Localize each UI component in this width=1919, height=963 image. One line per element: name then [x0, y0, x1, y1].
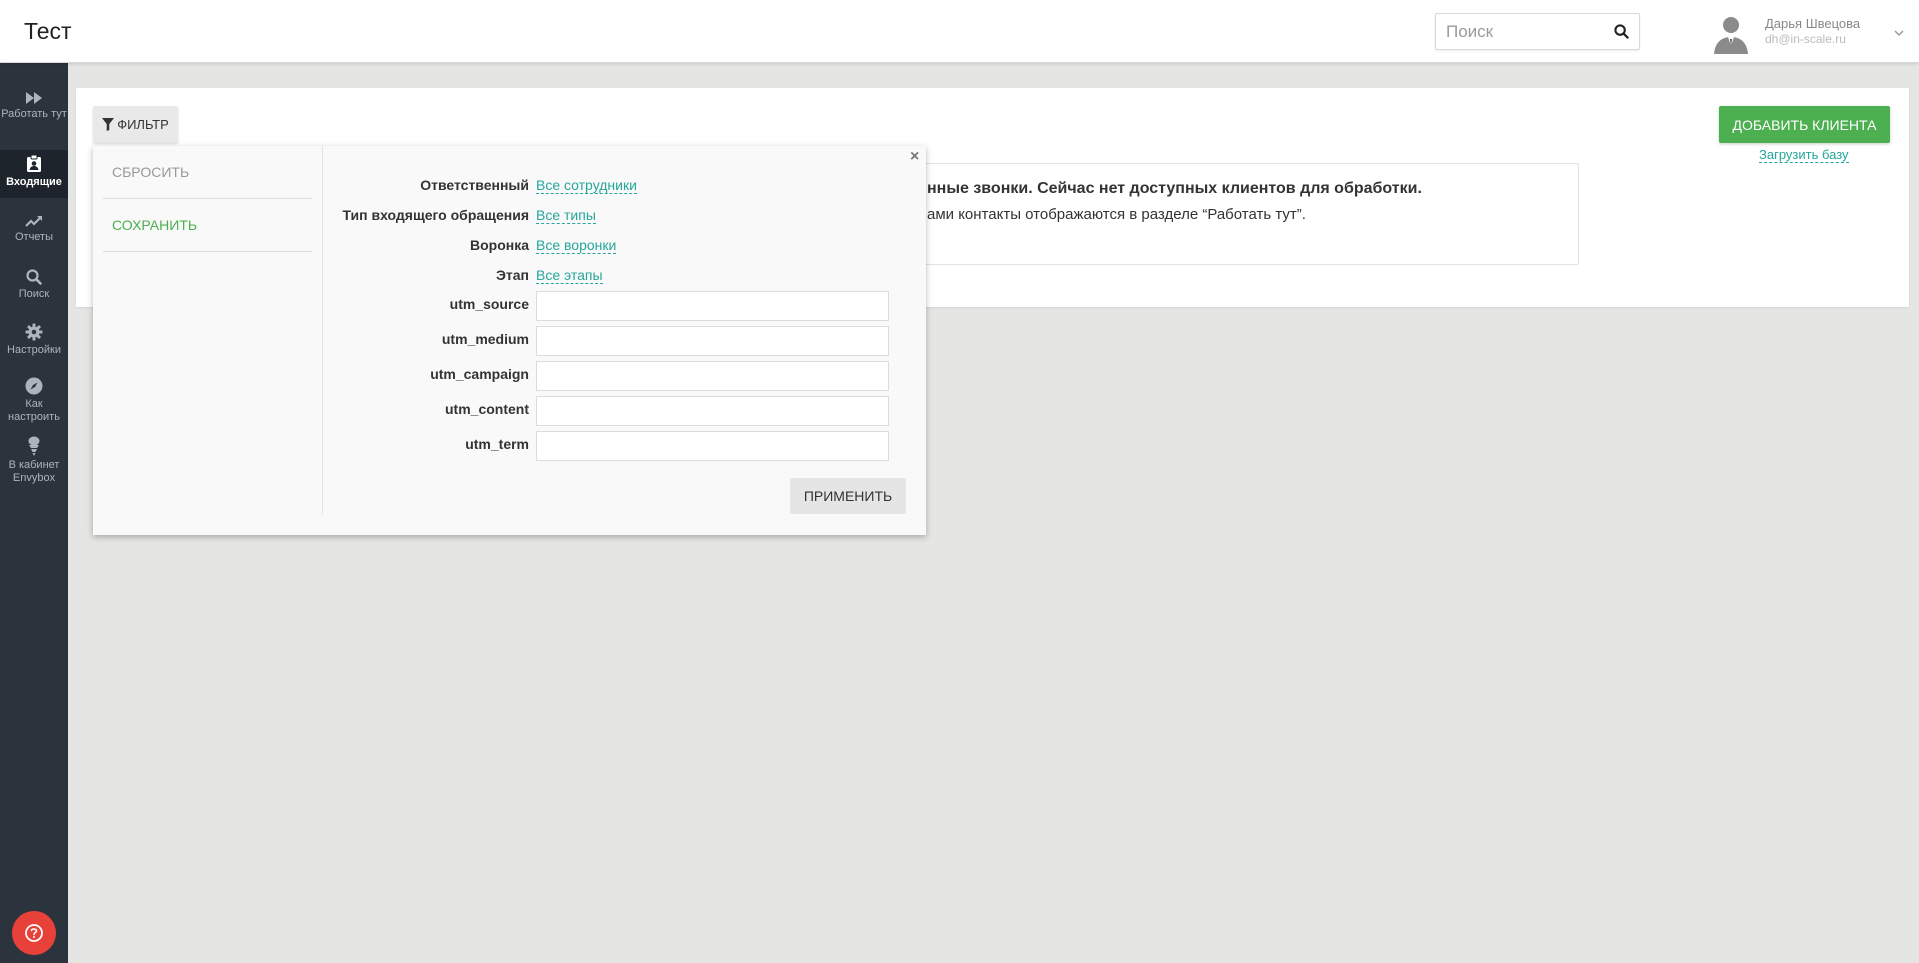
compass-icon [25, 377, 43, 395]
stage-select[interactable]: Все этапы [536, 267, 603, 284]
utm-term-field[interactable] [536, 431, 889, 461]
gear-icon [25, 323, 43, 341]
sidebar-item-label: Как настроить [8, 398, 60, 423]
close-icon[interactable]: × [910, 148, 919, 166]
question-icon [25, 924, 43, 942]
filter-row-utm-content: utm_content [323, 396, 923, 426]
sidebar-item-inbox[interactable]: Входящие [0, 150, 68, 198]
envybox-icon [28, 436, 40, 456]
sidebar-item-label: Поиск [18, 288, 50, 300]
sidebar-item-label: Входящие [6, 176, 62, 188]
reset-button[interactable]: СБРОСИТЬ [103, 146, 312, 199]
sidebar-item-label: Настройки [7, 344, 61, 356]
filter-label: Этап [495, 267, 529, 283]
empty-state-title: нные звонки. Сейчас нет доступных клиент… [927, 180, 1422, 197]
filter-label: utm_campaign [430, 366, 529, 382]
sidebar-item-label: Отчеты [14, 231, 54, 243]
filter-label: Тип входящего обращения [342, 207, 530, 223]
sidebar-item-work-here[interactable]: Работать тут [0, 91, 68, 121]
filter-row-stage: Этап Все этапы [323, 264, 923, 288]
filter-button[interactable]: ФИЛЬТР [93, 106, 178, 143]
sidebar-item-settings[interactable]: Настройки [0, 323, 68, 357]
filter-label: utm_source [449, 296, 529, 312]
filter-label: Ответственный [420, 177, 529, 193]
filter-row-utm-term: utm_term [323, 431, 923, 461]
load-base-link[interactable]: Загрузить базу [1759, 147, 1849, 163]
trending-up-icon [25, 216, 42, 227]
user-email: dh@in-scale.ru [1765, 32, 1846, 46]
page-title: Тест [24, 18, 72, 44]
inbox-badge-icon [27, 155, 41, 172]
type-select[interactable]: Все типы [536, 207, 596, 224]
filter-row-funnel: Воронка Все воронки [323, 234, 923, 258]
filter-popup: СБРОСИТЬ СОХРАНИТЬ × Ответственный Все с… [93, 146, 926, 535]
user-name: Дарья Швецова [1765, 16, 1861, 31]
filter-row-utm-source: utm_source [323, 291, 923, 321]
funnel-select[interactable]: Все воронки [536, 237, 617, 254]
chevron-down-icon[interactable] [1894, 24, 1904, 42]
filter-label: utm_term [465, 436, 529, 452]
utm-content-field[interactable] [536, 396, 889, 426]
avatar [1714, 17, 1748, 54]
help-button[interactable] [12, 911, 56, 955]
filter-label: Воронка [469, 237, 529, 253]
filter-button-label: ФИЛЬТР [117, 117, 169, 132]
empty-state-text: ами контакты отображаются в разделе “Раб… [927, 206, 1306, 223]
funnel-icon [102, 118, 115, 131]
search-icon[interactable] [1614, 24, 1629, 44]
sidebar-item-label: Работать тут [1, 108, 67, 120]
search-icon [26, 269, 42, 285]
filter-row-responsible: Ответственный Все сотрудники [323, 174, 923, 198]
utm-source-field[interactable] [536, 291, 889, 321]
filter-label: utm_content [445, 401, 529, 417]
utm-campaign-field[interactable] [536, 361, 889, 391]
empty-state-box: нные звонки. Сейчас нет доступных клиент… [858, 163, 1579, 265]
filter-row-type: Тип входящего обращения Все типы [323, 204, 923, 228]
save-button[interactable]: СОХРАНИТЬ [103, 199, 312, 252]
responsible-select[interactable]: Все сотрудники [536, 177, 637, 194]
sidebar-item-label: В кабинет Envybox [8, 459, 60, 484]
search-input[interactable] [1436, 14, 1606, 49]
sidebar-item-reports[interactable]: Отчеты [0, 214, 68, 244]
sidebar-item-envybox[interactable]: В кабинет Envybox [0, 436, 68, 485]
filter-row-utm-campaign: utm_campaign [323, 361, 923, 391]
add-client-button[interactable]: ДОБАВИТЬ КЛИЕНТА [1719, 106, 1890, 143]
sidebar-item-how-to[interactable]: Как настроить [0, 377, 68, 424]
filter-actions: СБРОСИТЬ СОХРАНИТЬ [93, 146, 323, 514]
sidebar-item-search[interactable]: Поиск [0, 269, 68, 301]
top-bar: Тест Дарья Швецова dh@in-scale.ru [0, 0, 1919, 63]
user-menu[interactable]: Дарья Швецова dh@in-scale.ru [1710, 10, 1910, 54]
search-box [1435, 13, 1640, 50]
filter-row-utm-medium: utm_medium [323, 326, 923, 356]
filter-label: utm_medium [441, 331, 529, 347]
fast-forward-icon [26, 92, 42, 104]
sidebar: Работать тут Входящие Отчеты Поиск Настр… [0, 63, 68, 963]
apply-button[interactable]: ПРИМЕНИТЬ [790, 478, 906, 514]
utm-medium-field[interactable] [536, 326, 889, 356]
